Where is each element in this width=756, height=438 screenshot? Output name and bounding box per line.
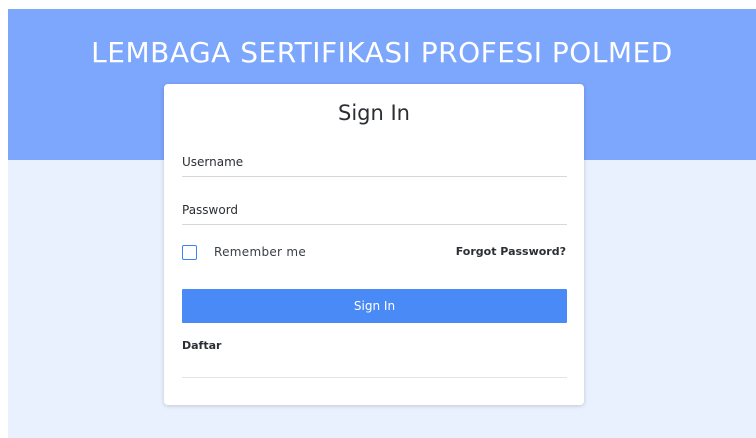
remember-me-label: Remember me: [214, 245, 307, 259]
remember-me-checkbox[interactable]: [182, 244, 197, 260]
register-link[interactable]: Daftar: [182, 339, 221, 352]
divider: [182, 377, 567, 378]
forgot-password-link[interactable]: Forgot Password?: [456, 245, 566, 258]
login-title: Sign In: [338, 101, 410, 125]
username-input[interactable]: [182, 147, 567, 177]
sign-in-button[interactable]: Sign In: [182, 289, 567, 323]
remember-me[interactable]: Remember me: [182, 243, 306, 261]
login-card: Sign In Remember me Forgot Password? Sig…: [164, 84, 584, 405]
page-title: LEMBAGA SERTIFIKASI PROFESI POLMED: [91, 36, 673, 69]
password-input[interactable]: [182, 195, 567, 225]
